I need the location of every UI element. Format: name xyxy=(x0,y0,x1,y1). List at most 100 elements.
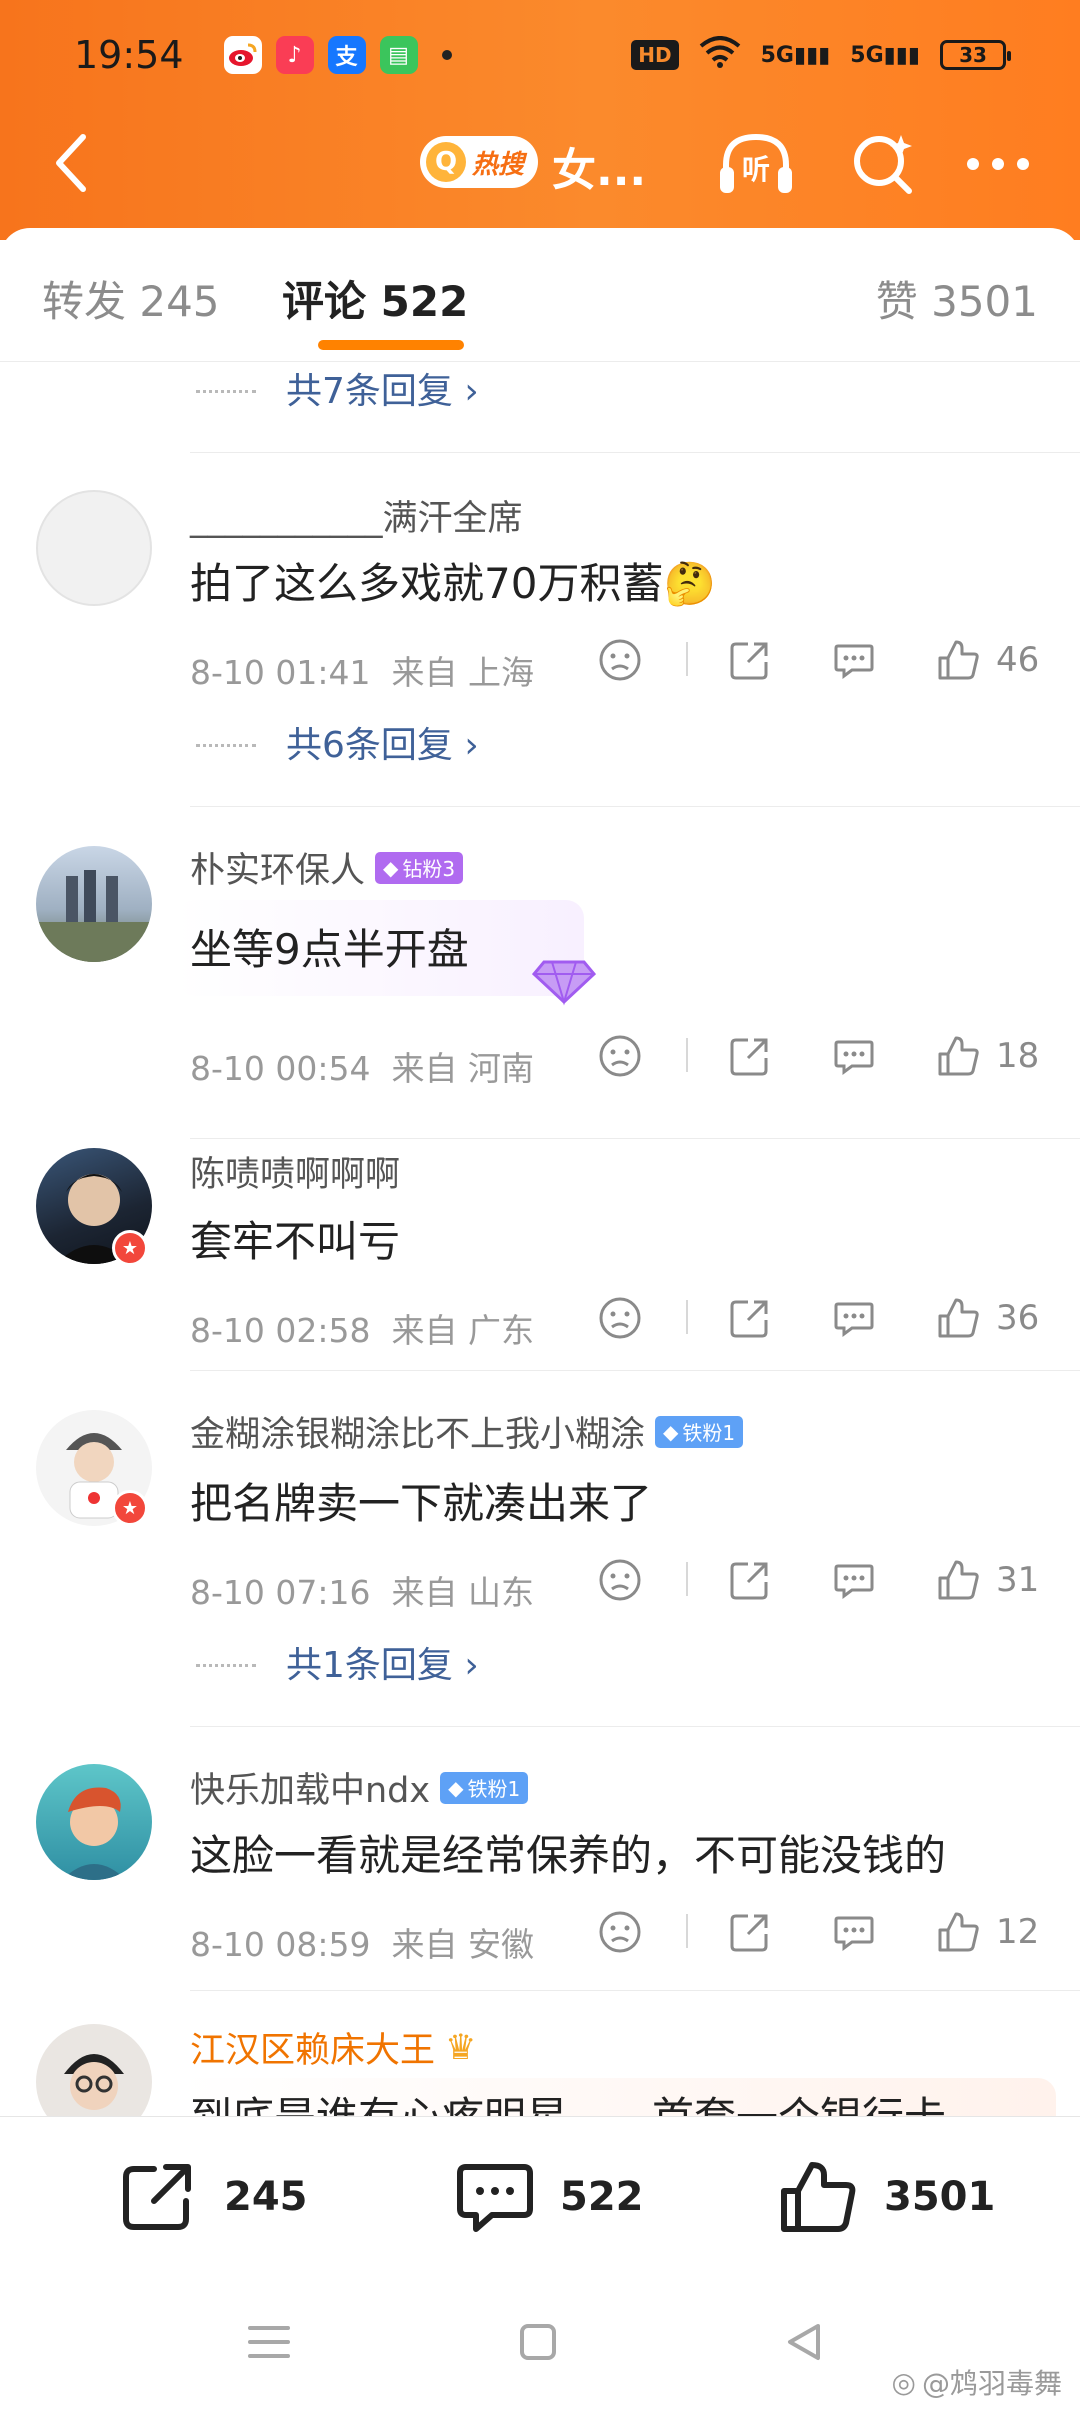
comment-bubble-icon xyxy=(834,1564,874,1599)
home-nav-button[interactable] xyxy=(518,2322,558,2366)
music-notification-icon: ♪ xyxy=(275,36,314,74)
share-button[interactable] xyxy=(728,1296,772,1340)
share-button[interactable] xyxy=(728,638,772,682)
like-count: 12 xyxy=(996,1912,1040,1952)
dislike-button[interactable] xyxy=(598,1296,642,1340)
dislike-button[interactable] xyxy=(598,1558,642,1602)
like-button[interactable]: 12 xyxy=(936,1910,1039,1954)
thumbs-up-icon xyxy=(938,1036,979,1076)
avatar[interactable] xyxy=(36,1764,152,1880)
thumbs-up-icon xyxy=(938,1912,979,1952)
fan-badge: ◆ 铁粉1 xyxy=(440,1771,529,1804)
like-count-total: 3501 xyxy=(884,2174,996,2220)
reply-button[interactable] xyxy=(832,638,876,682)
action-separator xyxy=(686,642,688,676)
comment-text: 这脸一看就是经常保养的，不可能没钱的 xyxy=(190,1831,947,1880)
view-replies-text: 共1条回复 xyxy=(286,1645,453,1686)
comment-divider xyxy=(190,806,1080,807)
reply-button[interactable] xyxy=(832,1034,876,1078)
share-icon xyxy=(730,1914,768,1952)
comment-divider xyxy=(190,1370,1080,1371)
view-replies-link[interactable]: 共6条回复 › xyxy=(286,716,479,768)
dislike-button[interactable] xyxy=(598,1910,642,1954)
network-label: 5G xyxy=(760,42,794,68)
dislike-button[interactable] xyxy=(598,1034,642,1078)
comment-divider xyxy=(190,452,1080,453)
search-button[interactable] xyxy=(844,126,924,202)
fan-badge-text: 铁粉1 xyxy=(682,1421,736,1445)
menu-nav-button[interactable] xyxy=(248,2324,290,2364)
view-replies-link[interactable]: 共7条回复 › xyxy=(286,362,479,414)
comment-bubble-icon xyxy=(457,2164,533,2232)
home-square-icon xyxy=(520,2324,556,2360)
status-bar: 19:54 ♪ 支 ▤ HD 5G▮▮▮ 5G▮▮▮ 33 xyxy=(0,0,1080,110)
alipay-notification-icon: 支 xyxy=(327,36,366,74)
comment-username[interactable]: ___________满汗全席 xyxy=(190,490,523,541)
comment-meta: 8-10 00:54 来自 河南 xyxy=(190,1042,534,1090)
share-button[interactable] xyxy=(728,1558,772,1602)
action-separator xyxy=(686,1038,688,1072)
view-replies-link[interactable]: 共1条回复 › xyxy=(286,1636,479,1688)
like-button[interactable]: 36 xyxy=(936,1296,1039,1340)
more-options-button[interactable] xyxy=(958,126,1038,202)
comment-username[interactable]: 陈啧啧啊啊啊 xyxy=(190,1146,400,1197)
comment-username[interactable]: 江汉区赖床大王 ♛ xyxy=(190,2022,476,2073)
diamond-icon: ◆ xyxy=(383,855,399,880)
action-separator xyxy=(686,1562,688,1596)
like-count: 46 xyxy=(996,640,1040,680)
comment-button[interactable]: 522 xyxy=(456,2161,644,2233)
thumbs-up-icon xyxy=(938,1298,979,1338)
action-separator xyxy=(686,1300,688,1334)
reply-button[interactable] xyxy=(832,1558,876,1602)
reply-button[interactable] xyxy=(832,1910,876,1954)
like-button[interactable]: 31 xyxy=(936,1558,1039,1602)
share-button[interactable] xyxy=(728,1910,772,1954)
fan-badge: ◆ 铁粉1 xyxy=(655,1415,744,1448)
comment-location: 来自 山东 xyxy=(391,1573,534,1612)
repost-button[interactable]: 245 xyxy=(120,2161,308,2233)
tab-likes[interactable]: 赞 3501 xyxy=(876,268,1038,329)
tab-comments[interactable]: 评论 522 xyxy=(282,268,468,329)
comment-count: 522 xyxy=(560,2174,644,2220)
like-button[interactable]: 46 xyxy=(936,638,1039,682)
search-icon: Q xyxy=(426,142,466,182)
nav-bar: Q 热搜 女... 听 xyxy=(0,118,1080,208)
page-title[interactable]: 女... xyxy=(552,134,646,198)
comment-divider xyxy=(190,1138,1080,1139)
fan-badge-text: 钻粉3 xyxy=(402,857,456,881)
tab-repost[interactable]: 转发 245 xyxy=(42,268,220,329)
hd-voice-icon: HD xyxy=(631,40,679,70)
avatar-person-image xyxy=(64,2054,124,2110)
reply-button[interactable] xyxy=(832,1296,876,1340)
back-nav-button[interactable] xyxy=(784,2322,824,2366)
thumbs-up-icon xyxy=(781,2162,856,2232)
username-text: 朴实环保人 xyxy=(190,851,366,891)
menu-icon xyxy=(248,2326,290,2358)
comment-meta: 8-10 02:58 来自 广东 xyxy=(190,1304,534,1352)
reply-dots xyxy=(196,744,256,747)
frown-face-icon xyxy=(599,1297,641,1339)
avatar[interactable] xyxy=(36,490,152,606)
comments-sheet: 转发 245 评论 522 赞 3501 共7条回复 › ___________… xyxy=(0,228,1080,2116)
comment-text: 到底是谁有心疼明星……首套一个银行卡 xyxy=(190,2084,946,2116)
hot-search-badge[interactable]: Q 热搜 xyxy=(420,136,539,188)
dislike-button[interactable] xyxy=(598,638,642,682)
share-button[interactable] xyxy=(728,1034,772,1078)
comment-username[interactable]: 快乐加载中ndx ◆ 铁粉1 xyxy=(190,1762,529,1813)
watermark: ◎ @鸩羽毒舞 xyxy=(892,2362,1062,2402)
listen-button[interactable]: 听 xyxy=(716,126,796,202)
thumbs-up-icon xyxy=(938,1560,979,1600)
avatar[interactable] xyxy=(36,846,152,962)
action-separator xyxy=(686,1914,688,1948)
comment-bubble-icon xyxy=(834,1916,874,1951)
view-replies-text: 共6条回复 xyxy=(286,725,453,766)
comment-username[interactable]: 金糊涂银糊涂比不上我小糊涂 ◆ 铁粉1 xyxy=(190,1406,744,1457)
avatar[interactable] xyxy=(36,2024,152,2116)
like-post-button[interactable]: 3501 xyxy=(780,2161,995,2233)
like-button[interactable]: 18 xyxy=(936,1034,1039,1078)
back-button[interactable] xyxy=(36,128,106,198)
comment-username[interactable]: 朴实环保人 ◆ 钻粉3 xyxy=(190,842,464,893)
more-notifications-dot xyxy=(441,50,452,60)
comment-text: 把名牌卖一下就凑出来了 xyxy=(190,1479,653,1528)
comment-text: 套牢不叫亏 xyxy=(190,1217,401,1266)
